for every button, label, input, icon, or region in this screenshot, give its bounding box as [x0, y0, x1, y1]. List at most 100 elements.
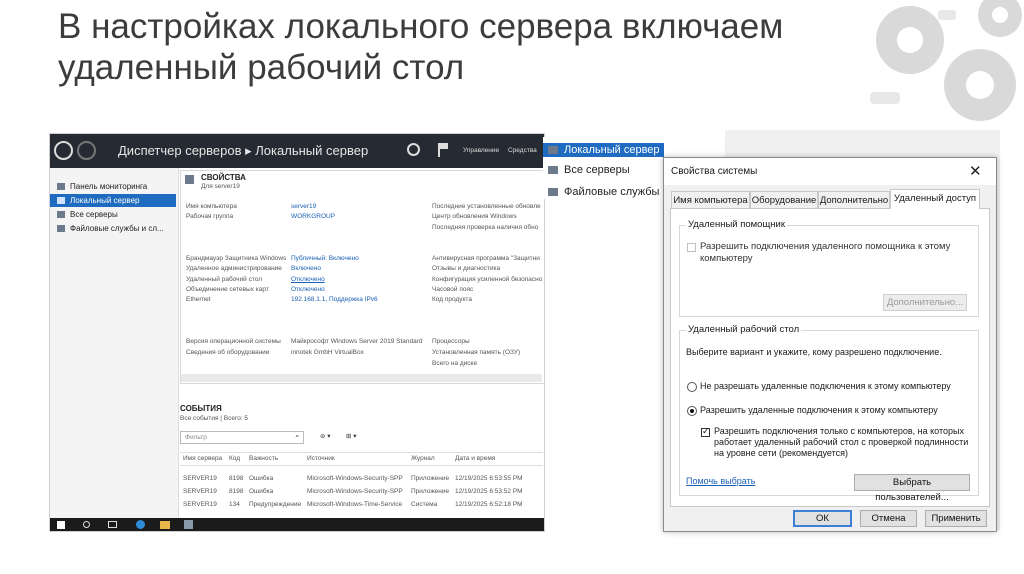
server-icon: [57, 197, 65, 204]
prop-label: Удаленное администрирование: [186, 265, 282, 272]
sidebar-item-all-servers[interactable]: Все серверы: [543, 163, 664, 177]
properties-panel: СВОЙСТВА Для server19 Имя компьютера ser…: [180, 170, 544, 384]
table-row[interactable]: SERVER19 134 Предупреждение Microsoft-Wi…: [180, 501, 543, 511]
sidebar-item-dashboard[interactable]: Панель мониторинга: [50, 180, 176, 193]
forward-icon[interactable]: [77, 141, 96, 160]
nla-checkbox[interactable]: ✓: [701, 426, 710, 437]
column-header-log[interactable]: Журнал: [411, 455, 435, 462]
select-users-button[interactable]: Выбрать пользователей...: [854, 474, 970, 503]
tab-computer-name[interactable]: Имя компьютера: [671, 191, 750, 208]
servers-icon: [548, 166, 558, 174]
prop-label: Всего на диске: [432, 360, 478, 367]
prop-value: innotek GmbH VirtualBox: [291, 349, 364, 356]
prop-label: Часовой пояс: [432, 286, 474, 293]
save-query-icon[interactable]: ⊞ ▾: [346, 432, 357, 440]
table-row[interactable]: SERVER19 8198 Ошибка Microsoft-Windows-S…: [180, 488, 543, 498]
search-icon[interactable]: [83, 521, 90, 528]
prop-label: Процессоры: [432, 338, 470, 345]
servers-icon: [57, 211, 65, 218]
internet-explorer-icon[interactable]: [136, 520, 145, 529]
prop-label: Антивирусная программа "Защитни: [432, 255, 540, 262]
tab-remote[interactable]: Удаленный доступ: [890, 189, 980, 209]
horizontal-scrollbar[interactable]: [181, 374, 542, 382]
table-row[interactable]: SERVER19 8198 Ошибка Microsoft-Windows-S…: [180, 475, 543, 485]
prop-value-link[interactable]: Включено: [291, 265, 321, 272]
remote-tab-panel: Удаленный помощник Разрешить подключения…: [670, 208, 990, 507]
prop-label: Ethernet: [186, 296, 211, 303]
tab-advanced[interactable]: Дополнительно: [818, 191, 890, 208]
menu-manage[interactable]: Управление: [463, 147, 499, 154]
prop-value-link[interactable]: 192.168.1.1, Поддержка IPv6: [291, 296, 378, 303]
refresh-icon[interactable]: [407, 143, 420, 156]
rdp-deny-radio[interactable]: [687, 382, 697, 392]
file-services-icon: [548, 188, 558, 196]
menu-tools[interactable]: Средства: [508, 147, 537, 154]
search-icon[interactable]: ⌕: [295, 433, 299, 441]
prop-label: Конфигурация усиленной безопасно: [432, 276, 543, 283]
breadcrumb: Диспетчер серверов ▸ Локальный сервер: [118, 143, 369, 158]
background-server-manager-sidebar: Локальный сервер Все серверы Файловые сл…: [543, 137, 664, 199]
events-subheading: Все события | Всего: 5: [180, 415, 249, 422]
prop-value-link[interactable]: WORKGROUP: [291, 213, 335, 220]
prop-value: Майкрософт Windows Server 2019 Standard: [291, 338, 423, 345]
server-manager-taskbar-icon[interactable]: [184, 520, 193, 529]
server-manager-sidebar: Панель мониторинга Локальный сервер Все …: [50, 168, 179, 531]
events-filter-input[interactable]: Фильтр ⌕: [180, 431, 304, 444]
prop-label: Последние установленные обновле: [432, 203, 541, 210]
windows-start-icon[interactable]: [57, 521, 65, 529]
assistance-advanced-button[interactable]: Дополнительно...: [883, 294, 967, 311]
prop-label: Установленная память (ОЗУ): [432, 349, 521, 356]
server-manager-header: Диспетчер серверов ▸ Локальный сервер Уп…: [50, 134, 544, 168]
back-icon[interactable]: [54, 141, 73, 160]
prop-label: Код продукта: [432, 296, 472, 303]
cancel-button[interactable]: Отмена: [860, 510, 917, 527]
properties-subheading: Для server19: [201, 183, 240, 190]
sidebar-item-file-services[interactable]: Файловые службы и сл...: [50, 222, 176, 235]
allow-assistance-label-line-2: компьютеру: [700, 253, 753, 264]
rdp-deny-label: Не разрешать удаленные подключения к это…: [700, 381, 951, 391]
prop-label: Последняя проверка наличия обно: [432, 224, 539, 231]
sidebar-item-local-server[interactable]: Локальный сервер: [50, 194, 176, 207]
tab-hardware[interactable]: Оборудование: [750, 191, 818, 208]
remote-desktop-link[interactable]: Отключено: [291, 276, 325, 283]
list-view-icon[interactable]: ⊜ ▾: [320, 432, 331, 440]
help-choose-link[interactable]: Помочь выбрать: [686, 476, 755, 486]
server-icon: [548, 146, 558, 154]
prop-value-link[interactable]: Отключено: [291, 286, 325, 293]
events-heading: СОБЫТИЯ: [180, 404, 222, 413]
apply-button[interactable]: Применить: [925, 510, 987, 527]
close-icon[interactable]: ✕: [969, 162, 982, 180]
ok-button[interactable]: ОК: [793, 510, 852, 527]
sidebar-item-all-servers[interactable]: Все серверы: [50, 208, 176, 221]
file-explorer-icon[interactable]: [160, 521, 170, 529]
allow-assistance-checkbox[interactable]: [687, 243, 696, 252]
column-header-server[interactable]: Имя сервера: [183, 455, 222, 462]
nla-label-line-1: Разрешить подключения только с компьютер…: [714, 426, 964, 436]
rdp-allow-radio[interactable]: [687, 406, 697, 416]
prop-label: Версия операционной системы: [186, 338, 281, 345]
column-header-source[interactable]: Источник: [307, 455, 335, 462]
prop-value-link[interactable]: server19: [291, 203, 316, 210]
column-header-datetime[interactable]: Дата и время: [455, 455, 495, 462]
prop-value-link[interactable]: Публичный: Включено: [291, 255, 359, 262]
properties-heading: СВОЙСТВА: [201, 173, 246, 182]
column-header-code[interactable]: Код: [229, 455, 240, 462]
prop-label: Центр обновления Windows: [432, 213, 517, 220]
prop-label: Имя компьютера: [186, 203, 237, 210]
sidebar-item-file-services[interactable]: Файловые службы: [543, 185, 664, 199]
server-manager-window: Диспетчер серверов ▸ Локальный сервер Уп…: [49, 133, 545, 532]
sidebar-item-local-server[interactable]: Локальный сервер: [543, 143, 664, 157]
allow-assistance-label-line-1: Разрешить подключения удаленного помощни…: [700, 241, 951, 252]
nla-label-line-3: на уровне сети (рекомендуется): [714, 448, 848, 458]
rdp-allow-label: Разрешить удаленные подключения к этому …: [700, 405, 938, 415]
dashboard-icon: [57, 183, 65, 190]
remote-assistance-group-label: Удаленный помощник: [686, 219, 787, 230]
slide-title-line-2: удаленный рабочий стол: [58, 48, 465, 87]
prop-label: Сведения об оборудовании: [186, 349, 270, 356]
column-header-severity[interactable]: Важность: [249, 455, 278, 462]
prop-label: Удаленный рабочий стол: [186, 276, 263, 283]
task-view-icon[interactable]: [108, 521, 117, 528]
dialog-titlebar: Свойства системы ✕: [664, 158, 996, 185]
rdp-instruction: Выберите вариант и укажите, кому разреше…: [686, 347, 942, 357]
remote-desktop-group-label: Удаленный рабочий стол: [686, 324, 802, 335]
